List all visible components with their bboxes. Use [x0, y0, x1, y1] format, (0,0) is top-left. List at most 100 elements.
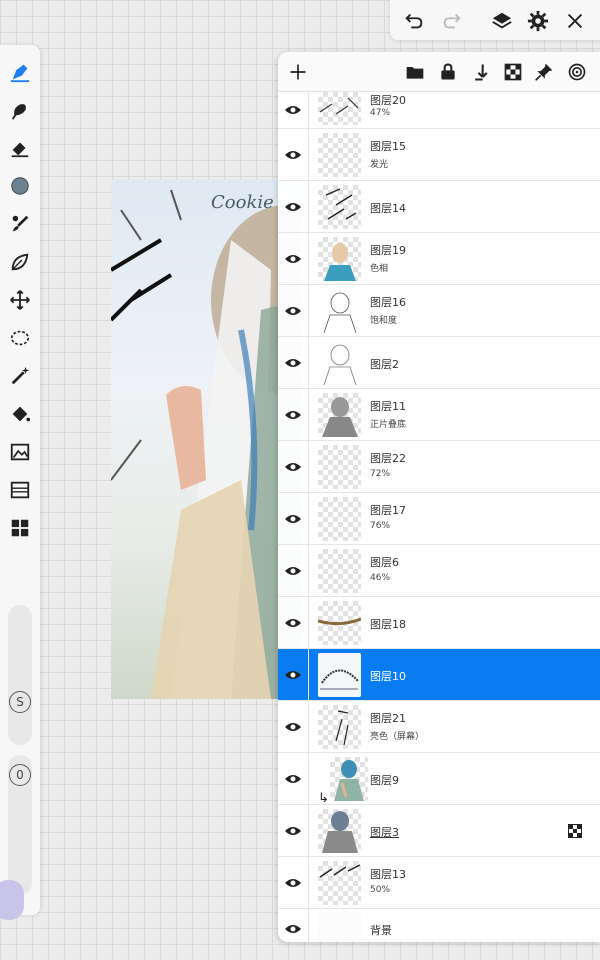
row-divider — [308, 649, 309, 700]
eye-icon — [285, 106, 301, 114]
layer-row[interactable]: 图层20 47% — [278, 92, 600, 129]
grid-squares-icon — [11, 519, 29, 537]
shape-lasso-tool[interactable] — [6, 324, 34, 352]
visibility-toggle[interactable] — [282, 99, 304, 121]
canvas-artwork[interactable]: Cookie — [111, 180, 301, 699]
layer-row[interactable]: ↳ 图层9 — [278, 753, 600, 806]
smudge-icon — [11, 104, 26, 120]
layer-name: 图层3 — [370, 826, 399, 839]
layers-panel: 图层20 47% 图层15 发光 图层14 图层19 色相 图层16 饱和度 图… — [278, 52, 600, 942]
opacity-badge: 0 — [9, 764, 31, 786]
visibility-toggle[interactable] — [282, 352, 304, 374]
visibility-toggle[interactable] — [282, 560, 304, 582]
layer-name: 图层9 — [370, 774, 399, 787]
visibility-toggle[interactable] — [282, 456, 304, 478]
image-adjust-tool[interactable] — [6, 438, 34, 466]
row-divider — [308, 493, 309, 544]
layer-row[interactable]: 图层14 — [278, 181, 600, 233]
visibility-toggle[interactable] — [282, 612, 304, 634]
row-divider — [308, 701, 309, 752]
layer-detail: 72% — [370, 469, 391, 479]
layer-thumbnail — [318, 809, 361, 853]
layer-row[interactable]: 图层6 46% — [278, 545, 600, 597]
transparency-button[interactable] — [502, 61, 524, 83]
brush-library[interactable] — [6, 210, 34, 238]
layers-button[interactable] — [489, 8, 515, 34]
move-tool[interactable] — [6, 286, 34, 314]
move-arrows-icon — [10, 290, 30, 310]
layer-thumbnail — [318, 861, 361, 905]
row-divider — [308, 92, 309, 128]
brush-tool[interactable] — [6, 58, 34, 86]
paintbrush-icon — [12, 215, 29, 232]
layer-row[interactable]: 图层3 — [278, 805, 600, 857]
filter-frame-icon — [10, 481, 30, 499]
visibility-toggle[interactable] — [282, 508, 304, 530]
layer-row[interactable]: 图层2 — [278, 337, 600, 389]
visibility-toggle[interactable] — [282, 144, 304, 166]
new-group-button[interactable] — [404, 61, 426, 83]
visibility-toggle[interactable] — [282, 300, 304, 322]
redo-button[interactable] — [439, 8, 465, 34]
image-icon — [10, 443, 30, 461]
magic-wand-tool[interactable] — [6, 362, 34, 390]
layer-thumbnail — [318, 497, 361, 541]
layers-panel-header — [278, 52, 600, 92]
eraser-icon — [11, 142, 29, 158]
layer-row[interactable]: 图层21 亮色（屏幕） — [278, 701, 600, 753]
visibility-toggle[interactable] — [282, 248, 304, 270]
row-divider — [308, 285, 309, 336]
layer-row[interactable]: 图层16 饱和度 — [278, 285, 600, 337]
row-divider — [308, 337, 309, 388]
color-swatch[interactable] — [6, 172, 34, 200]
layer-row[interactable]: 图层11 正片叠底 — [278, 389, 600, 441]
smudge-tool[interactable] — [6, 96, 34, 124]
merge-down-button[interactable] — [470, 61, 492, 83]
layer-row[interactable]: 图层19 色相 — [278, 233, 600, 285]
layer-row[interactable]: 图层15 发光 — [278, 129, 600, 181]
layer-row[interactable]: 图层13 50% — [278, 857, 600, 909]
reference-button[interactable] — [566, 61, 588, 83]
visibility-toggle[interactable] — [282, 918, 304, 940]
eye-icon — [285, 254, 301, 263]
layer-row[interactable]: 图层22 72% — [278, 441, 600, 493]
top-toolbar — [390, 0, 600, 40]
layer-row[interactable]: 图层17 76% — [278, 493, 600, 545]
eye-icon — [285, 410, 301, 419]
row-divider — [308, 389, 309, 440]
assistant-chip[interactable] — [0, 880, 24, 920]
layer-thumbnail — [318, 133, 361, 177]
settings-button[interactable] — [525, 8, 551, 34]
visibility-toggle[interactable] — [282, 404, 304, 426]
eye-icon — [285, 826, 301, 835]
layer-name: 图层17 — [370, 504, 406, 517]
layer-name: 图层16 — [370, 296, 406, 309]
undo-button[interactable] — [401, 8, 427, 34]
layer-thumbnail — [318, 549, 361, 593]
visibility-toggle[interactable] — [282, 664, 304, 686]
filter-tool[interactable] — [6, 476, 34, 504]
brush-size-slider[interactable] — [8, 605, 32, 745]
brush-pen-icon — [10, 64, 30, 83]
checker-icon[interactable] — [568, 823, 582, 838]
layer-row[interactable]: 图层18 — [278, 597, 600, 649]
lasso-tool[interactable] — [6, 248, 34, 276]
eye-icon — [285, 925, 301, 933]
layout-tool[interactable] — [6, 514, 34, 542]
visibility-toggle[interactable] — [282, 716, 304, 738]
add-layer-button[interactable] — [287, 61, 309, 83]
gear-icon — [527, 10, 549, 32]
close-button[interactable] — [562, 8, 588, 34]
fill-tool[interactable] — [6, 400, 34, 428]
visibility-toggle[interactable] — [282, 196, 304, 218]
layer-detail: 饱和度 — [370, 316, 398, 326]
lock-layer-button[interactable] — [437, 61, 459, 83]
visibility-toggle[interactable] — [282, 820, 304, 842]
layer-row-background[interactable]: 背景 — [278, 909, 600, 942]
layer-row-selected[interactable]: 图层10 — [278, 649, 600, 701]
visibility-toggle[interactable] — [282, 872, 304, 894]
eye-icon — [285, 722, 301, 731]
pin-button[interactable] — [533, 61, 555, 83]
visibility-toggle[interactable] — [282, 768, 304, 790]
eraser-tool[interactable] — [6, 134, 34, 162]
